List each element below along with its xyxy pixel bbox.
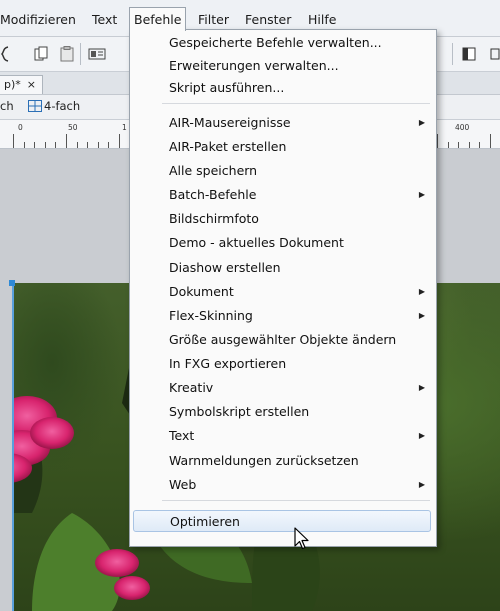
menu-item-text[interactable]: Text ▶: [131, 425, 433, 447]
ruler-tick: [119, 134, 120, 148]
menu-item-flex-skinning[interactable]: Flex-Skinning ▶: [131, 305, 433, 327]
submenu-arrow-icon: ▶: [418, 287, 425, 296]
ruler-tick: [23, 142, 25, 148]
submenu-arrow-icon: ▶: [418, 311, 425, 320]
toolbar-separator: [452, 43, 453, 65]
befehle-dropdown-menu: Gespeicherte Befehle verwalten... Erweite…: [129, 29, 437, 547]
ruler-label: 0: [18, 123, 23, 132]
menu-item-label: In FXG exportieren: [169, 356, 287, 371]
document-tab-label: p)*: [4, 78, 21, 91]
menu-item-batch-befehle[interactable]: Batch-Befehle ▶: [131, 184, 433, 206]
submenu-arrow-icon: ▶: [418, 383, 425, 392]
menu-item-label: Gespeicherte Befehle verwalten...: [169, 35, 382, 50]
panel-icon[interactable]: [458, 43, 480, 65]
brace-icon[interactable]: [0, 43, 16, 65]
menu-item-label: Skript ausführen...: [169, 80, 285, 95]
menu-item-label: Kreativ: [169, 380, 214, 395]
menu-item-label: Web: [169, 477, 197, 492]
menu-item-air-paket-erstellen[interactable]: AIR-Paket erstellen: [131, 136, 433, 158]
paste-icon[interactable]: [56, 43, 78, 65]
menu-filter[interactable]: Filter: [198, 10, 229, 30]
menu-item-label: Größe ausgewählter Objekte ändern: [169, 332, 397, 347]
menu-item-größe-ausgewählter-objekte-ändern[interactable]: Größe ausgewählter Objekte ändern: [131, 329, 433, 351]
menu-item-warnmeldungen-zurücksetzen[interactable]: Warnmeldungen zurücksetzen: [131, 450, 433, 472]
menu-item-label: Flex-Skinning: [169, 308, 253, 323]
menu-item-in-fxg-exportieren[interactable]: In FXG exportieren: [131, 353, 433, 375]
menu-item-label: Symbolskript erstellen: [169, 404, 310, 419]
menu-hilfe[interactable]: Hilfe: [308, 10, 336, 30]
ruler-label: 50: [68, 123, 78, 132]
menu-item-label: AIR-Paket erstellen: [169, 139, 287, 154]
menu-item-web[interactable]: Web ▶: [131, 474, 433, 496]
ruler-tick: [437, 134, 438, 148]
ruler-tick: [490, 134, 491, 148]
mouse-pointer-icon: [294, 527, 309, 550]
ruler-tick: [76, 142, 78, 148]
menu-fenster[interactable]: Fenster: [245, 10, 291, 30]
flower-left: [12, 396, 74, 483]
ruler-tick: [458, 142, 460, 148]
ruler-tick: [108, 142, 110, 148]
four-up-tab[interactable]: 4-fach: [44, 99, 80, 113]
menu-item-bildschirmfoto[interactable]: Bildschirmfoto: [131, 208, 433, 230]
menu-item-optimieren[interactable]: Optimieren: [133, 510, 431, 532]
menu-text[interactable]: Text: [92, 10, 117, 30]
four-up-icon: [28, 100, 42, 115]
menu-item-label: Dokument: [169, 284, 234, 299]
menu-item-label: Demo - aktuelles Dokument: [169, 235, 344, 250]
menu-separator: [162, 500, 430, 501]
menu-item-skript-ausführen[interactable]: Skript ausführen...: [131, 77, 433, 99]
menu-item-demo-aktuelles-dokument[interactable]: Demo - aktuelles Dokument: [131, 232, 433, 254]
menu-item-label: Batch-Befehle: [169, 187, 257, 202]
view-mode-label[interactable]: ch: [0, 99, 14, 113]
menu-item-label: Optimieren: [170, 514, 240, 529]
menu-item-label: Warnmeldungen zurücksetzen: [169, 453, 359, 468]
ruler-tick: [479, 142, 481, 148]
menu-item-kreativ[interactable]: Kreativ ▶: [131, 377, 433, 399]
ruler-tick: [97, 142, 99, 148]
selection-edge: [12, 283, 14, 611]
ruler-label: 400: [455, 123, 470, 132]
document-tab[interactable]: p)* ×: [0, 75, 43, 94]
menu-item-label: Alle speichern: [169, 163, 258, 178]
menu-befehle[interactable]: Befehle: [129, 7, 187, 31]
ruler-tick: [87, 142, 89, 148]
ruler-tick: [34, 142, 36, 148]
ruler-label: 1: [122, 123, 127, 132]
menu-item-gespeicherte-befehle-verwalten[interactable]: Gespeicherte Befehle verwalten...: [131, 32, 433, 54]
menu-modifizieren[interactable]: Modifizieren: [0, 10, 76, 30]
ruler-tick: [55, 142, 57, 148]
menu-item-alle-speichern[interactable]: Alle speichern: [131, 160, 433, 182]
menu-item-erweiterungen-verwalten[interactable]: Erweiterungen verwalten...: [131, 55, 433, 77]
copy-icon[interactable]: [30, 43, 52, 65]
menu-item-air-mausereignisse[interactable]: AIR-Mausereignisse ▶: [131, 112, 433, 134]
toolbar-separator: [80, 43, 81, 65]
close-icon[interactable]: ×: [27, 78, 36, 91]
menu-item-label: AIR-Mausereignisse: [169, 115, 291, 130]
menu-item-label: Diashow erstellen: [169, 260, 281, 275]
menu-item-symbolskript-erstellen[interactable]: Symbolskript erstellen: [131, 401, 433, 423]
view-icon[interactable]: [484, 43, 500, 65]
submenu-arrow-icon: ▶: [418, 480, 425, 489]
ruler-tick: [44, 142, 46, 148]
menu-item-label: Erweiterungen verwalten...: [169, 58, 339, 73]
layout-icon[interactable]: [86, 43, 108, 65]
menu-separator: [162, 103, 430, 104]
ruler-tick: [447, 142, 449, 148]
ruler-tick: [13, 134, 14, 148]
ruler-tick: [66, 134, 67, 148]
submenu-arrow-icon: ▶: [418, 118, 425, 127]
menu-item-label: Text: [169, 428, 195, 443]
menu-item-label: Bildschirmfoto: [169, 211, 259, 226]
menu-item-diashow-erstellen[interactable]: Diashow erstellen: [131, 257, 433, 279]
submenu-arrow-icon: ▶: [418, 190, 425, 199]
ruler-tick: [468, 142, 470, 148]
submenu-arrow-icon: ▶: [418, 431, 425, 440]
menu-item-dokument[interactable]: Dokument ▶: [131, 281, 433, 303]
selection-handle[interactable]: [9, 280, 15, 286]
